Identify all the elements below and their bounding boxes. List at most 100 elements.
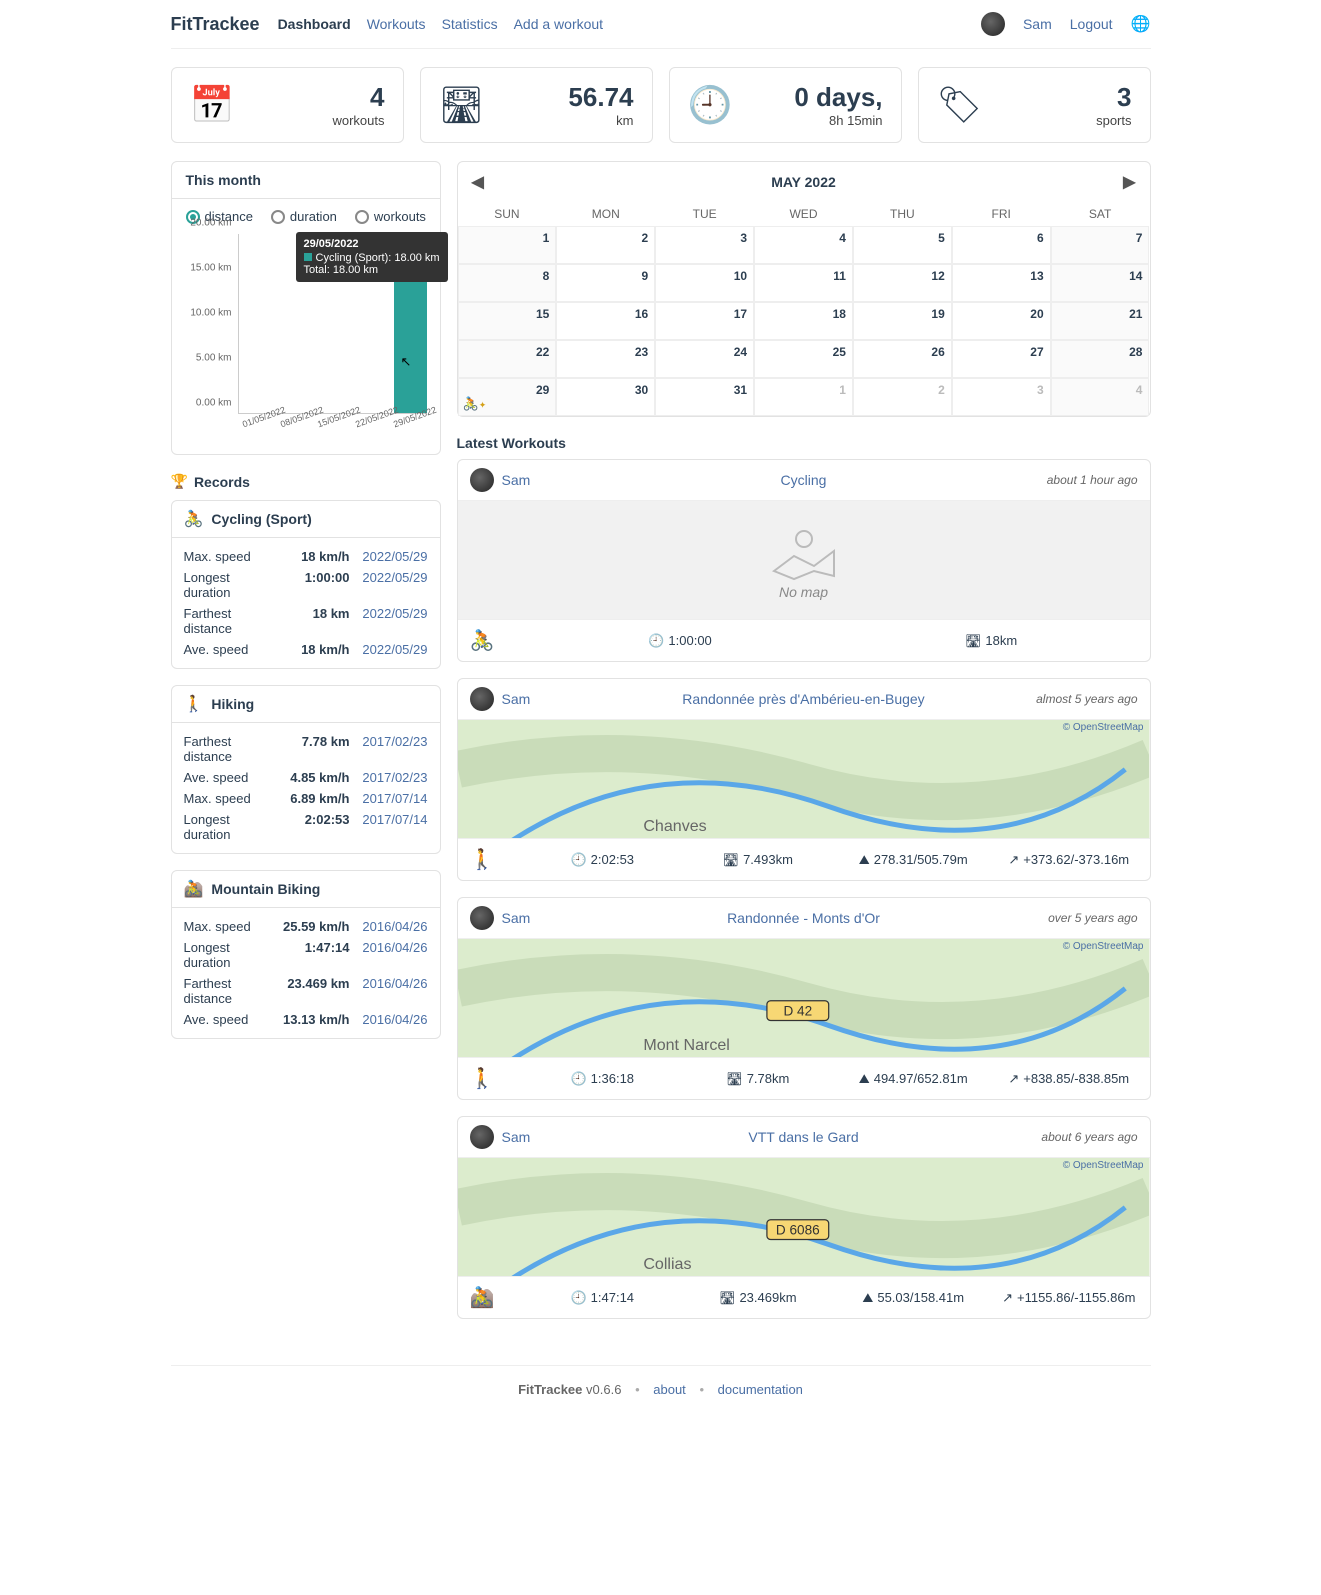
brand[interactable]: FitTrackee [171,14,260,35]
cal-cell[interactable]: 14 [1051,264,1150,302]
record-row: Max. speed6.89 km/h2017/07/14 [184,788,428,809]
workout-sport-icon: 🚶 [470,847,516,872]
cal-cell[interactable]: 9 [556,264,655,302]
user-link[interactable]: Sam [1023,16,1052,32]
workout-stat: 🕘1:47:14 [534,1290,672,1306]
cal-cell[interactable]: 3 [655,226,754,264]
nav-workouts[interactable]: Workouts [367,16,426,32]
cal-cell[interactable]: 22 [458,340,557,378]
cal-cell[interactable]: 2 [853,378,952,416]
workout-map[interactable]: D 42Mont Narcel© OpenStreetMap [458,938,1150,1058]
cal-cell[interactable]: 27 [952,340,1051,378]
radio-workouts[interactable]: workouts [355,209,426,224]
cal-cell[interactable]: 30 [556,378,655,416]
cal-cell[interactable]: 13 [952,264,1051,302]
record-date[interactable]: 2017/07/14 [350,812,428,842]
cal-cell[interactable]: 4 [754,226,853,264]
cal-cell[interactable]: 5 [853,226,952,264]
record-value: 23.469 km [274,976,350,1006]
cal-cell[interactable]: 7 [1051,226,1150,264]
month-chart[interactable]: 0.00 km5.00 km10.00 km15.00 km20.00 km 0… [186,234,426,444]
workout-stat: 🛣7.493km [689,852,827,868]
workout-map[interactable]: Chanves© OpenStreetMap [458,719,1150,839]
cal-cell[interactable]: 15 [458,302,557,340]
record-date[interactable]: 2022/05/29 [350,606,428,636]
record-date[interactable]: 2017/02/23 [350,734,428,764]
cal-cell[interactable]: 16 [556,302,655,340]
cal-cell[interactable]: 11 [754,264,853,302]
nav-add-a-workout[interactable]: Add a workout [514,16,604,32]
logout-link[interactable]: Logout [1070,16,1113,32]
workout-title[interactable]: VTT dans le Gard [748,1129,858,1145]
cal-cell[interactable]: 24 [655,340,754,378]
cal-cell[interactable]: 2 [556,226,655,264]
footer-about-link[interactable]: about [653,1382,686,1397]
footer-doc-link[interactable]: documentation [718,1382,803,1397]
y-tick: 20.00 km [190,218,231,229]
cal-cell[interactable]: 1 [458,226,557,264]
workout-stat: 🕘1:36:18 [534,1071,672,1087]
record-value: 7.78 km [274,734,350,764]
nav-statistics[interactable]: Statistics [442,16,498,32]
workout-map[interactable]: D 6086Collias© OpenStreetMap [458,1157,1150,1277]
cal-cell[interactable]: 28 [1051,340,1150,378]
record-value: 25.59 km/h [274,919,350,934]
avatar[interactable] [470,687,494,711]
osm-credit[interactable]: © OpenStreetMap [1063,1160,1144,1171]
record-date[interactable]: 2016/04/26 [350,919,428,934]
workout-stat: ⛰494.97/652.81m [845,1071,983,1087]
record-date[interactable]: 2017/07/14 [350,791,428,806]
cal-cell[interactable]: 20 [952,302,1051,340]
cal-cell[interactable]: 18 [754,302,853,340]
avatar[interactable] [470,468,494,492]
latest-workouts-title: Latest Workouts [457,435,1151,451]
workout-user[interactable]: Sam [502,1129,531,1145]
workout-sport-icon: 🚵 [470,1285,516,1310]
record-date[interactable]: 2022/05/29 [350,642,428,657]
cal-cell[interactable]: 1 [754,378,853,416]
workout-title[interactable]: Cycling [781,472,827,488]
workout-stat: 🛣18km [845,633,1138,649]
workout-stat: ⛰55.03/158.41m [845,1290,983,1306]
nav-dashboard[interactable]: Dashboard [278,16,351,32]
osm-credit[interactable]: © OpenStreetMap [1063,722,1144,733]
cal-cell[interactable]: 26 [853,340,952,378]
cal-cell[interactable]: 21 [1051,302,1150,340]
avatar[interactable] [981,12,1005,36]
y-tick: 15.00 km [190,263,231,274]
workout-title[interactable]: Randonnée près d'Ambérieu-en-Bugey [682,691,924,707]
tooltip-date: 29/05/2022 [304,238,440,250]
cal-cell[interactable]: 25 [754,340,853,378]
avatar[interactable] [470,906,494,930]
cal-cell[interactable]: 17 [655,302,754,340]
record-date[interactable]: 2016/04/26 [350,976,428,1006]
cal-cell[interactable]: 29🚴✦ [458,378,557,416]
radio-duration[interactable]: duration [271,209,337,224]
cal-cell[interactable]: 23 [556,340,655,378]
workout-user[interactable]: Sam [502,910,531,926]
record-date[interactable]: 2016/04/26 [350,1012,428,1027]
record-date[interactable]: 2016/04/26 [350,940,428,970]
cal-cell[interactable]: 6 [952,226,1051,264]
cal-workout-icon[interactable]: 🚴✦ [463,396,487,412]
osm-credit[interactable]: © OpenStreetMap [1063,941,1144,952]
record-date[interactable]: 2022/05/29 [350,549,428,564]
cal-cell[interactable]: 3 [952,378,1051,416]
cal-cell[interactable]: 31 [655,378,754,416]
workout-user[interactable]: Sam [502,472,531,488]
avatar[interactable] [470,1125,494,1149]
cal-cell[interactable]: 10 [655,264,754,302]
record-date[interactable]: 2017/02/23 [350,770,428,785]
cursor-icon: ↖ [401,354,412,370]
language-icon[interactable]: 🌐 [1131,14,1151,34]
cal-cell[interactable]: 12 [853,264,952,302]
cal-cell[interactable]: 8 [458,264,557,302]
record-date[interactable]: 2022/05/29 [350,570,428,600]
sport-icon: 🚵 [184,879,204,899]
cal-cell[interactable]: 4 [1051,378,1150,416]
workout-user[interactable]: Sam [502,691,531,707]
calendar-prev[interactable]: ◀ [472,172,484,192]
calendar-next[interactable]: ▶ [1123,172,1135,192]
workout-title[interactable]: Randonnée - Monts d'Or [727,910,880,926]
cal-cell[interactable]: 19 [853,302,952,340]
